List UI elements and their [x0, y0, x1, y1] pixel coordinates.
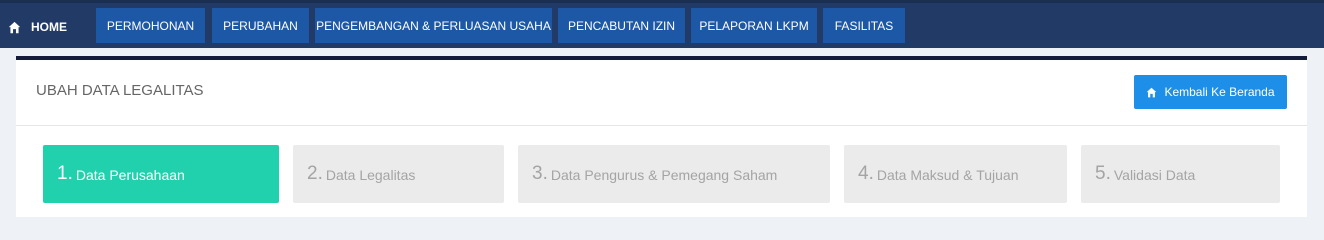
step-label: Validasi Data [1113, 167, 1196, 183]
nav-item-fasilitas[interactable]: FASILITAS [823, 8, 905, 43]
step-data-perusahaan[interactable]: 1. Data Perusahaan [43, 145, 279, 203]
step-data-maksud-tujuan[interactable]: 4. Data Maksud & Tujuan [844, 145, 1067, 203]
step-number: 1. [57, 163, 73, 184]
top-navigation-bar: HOME PERMOHONAN PERUBAHAN PENGEMBANGAN &… [0, 0, 1324, 48]
nav-home-label: HOME [31, 20, 67, 34]
form-panel: UBAH DATA LEGALITAS Kembali Ke Beranda 1… [16, 56, 1307, 217]
header-divider [16, 125, 1307, 126]
back-to-home-label: Kembali Ke Beranda [1164, 85, 1275, 99]
step-number: 3. [532, 163, 548, 184]
back-to-home-button[interactable]: Kembali Ke Beranda [1134, 75, 1287, 109]
step-data-pengurus[interactable]: 3. Data Pengurus & Pemegang Saham [518, 145, 830, 203]
step-validasi-data[interactable]: 5. Validasi Data [1081, 145, 1280, 203]
nav-home-link[interactable]: HOME [0, 6, 84, 48]
nav-item-pencabutan-izin[interactable]: PENCABUTAN IZIN [558, 8, 685, 43]
step-label: Data Maksud & Tujuan [876, 167, 1019, 183]
page-title: UBAH DATA LEGALITAS [36, 82, 204, 99]
step-data-legalitas[interactable]: 2. Data Legalitas [293, 145, 504, 203]
home-icon [8, 21, 21, 33]
step-number: 4. [858, 163, 874, 184]
nav-item-perubahan[interactable]: PERUBAHAN [212, 8, 309, 43]
home-icon [1147, 87, 1157, 97]
nav-item-permohonan[interactable]: PERMOHONAN [96, 8, 205, 43]
step-number: 5. [1095, 163, 1111, 184]
step-number: 2. [307, 163, 323, 184]
step-label: Data Legalitas [325, 167, 416, 183]
step-label: Data Perusahaan [75, 167, 185, 183]
nav-item-pengembangan[interactable]: PENGEMBANGAN & PERLUASAN USAHA [315, 8, 552, 43]
step-label: Data Pengurus & Pemegang Saham [550, 167, 778, 183]
nav-item-pelaporan-lkpm[interactable]: PELAPORAN LKPM [691, 8, 817, 43]
